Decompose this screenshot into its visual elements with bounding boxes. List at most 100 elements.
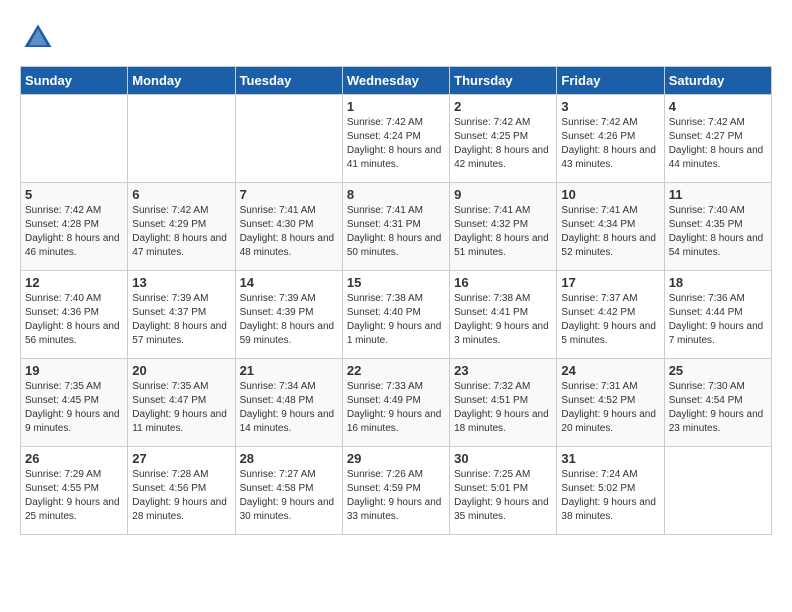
calendar-cell: 9 Sunrise: 7:41 AM Sunset: 4:32 PM Daylig… [450, 183, 557, 271]
day-info: Sunrise: 7:26 AM Sunset: 4:59 PM Dayligh… [347, 468, 445, 524]
day-info: Sunrise: 7:35 AM Sunset: 4:45 PM Dayligh… [25, 380, 123, 436]
calendar-cell: 28Sunrise: 7:27 AM Sunset: 4:58 PM Dayli… [235, 447, 342, 535]
day-number: 1 [347, 99, 445, 114]
day-info: Sunrise: 7:24 AM Sunset: 5:02 PM Dayligh… [561, 468, 659, 524]
calendar-cell: 1 Sunrise: 7:42 AM Sunset: 4:24 PM Daylig… [342, 95, 449, 183]
calendar-day-header: Thursday [450, 67, 557, 95]
day-info: Sunrise: 7:42 AM Sunset: 4:28 PM Dayligh… [25, 204, 123, 260]
calendar-cell: 11 Sunrise: 7:40 AM Sunset: 4:35 PM Dayli… [664, 183, 771, 271]
calendar-cell: 4 Sunrise: 7:42 AM Sunset: 4:27 PM Daylig… [664, 95, 771, 183]
day-number: 24 [561, 363, 659, 378]
day-info: Sunrise: 7:27 AM Sunset: 4:58 PM Dayligh… [240, 468, 338, 524]
calendar-week-row: 26 Sunrise: 7:29 AM Sunset: 4:55 PM Dayli… [21, 447, 772, 535]
day-info: Sunrise: 7:39 AM Sunset: 4:39 PM Dayligh… [240, 292, 338, 348]
day-info: Sunrise: 7:30 AM Sunset: 4:54 PM Dayligh… [669, 380, 767, 436]
calendar-header-row: SundayMondayTuesdayWednesdayThursdayFrid… [21, 67, 772, 95]
day-number: 17 [561, 275, 659, 290]
calendar-cell: 12 Sunrise: 7:40 AM Sunset: 4:36 PM Dayli… [21, 271, 128, 359]
day-info: Sunrise: 7:42 AM Sunset: 4:27 PM Dayligh… [669, 116, 767, 172]
day-number: 15 [347, 275, 445, 290]
day-info: Sunrise: 7:41 AM Sunset: 4:34 PM Dayligh… [561, 204, 659, 260]
day-number: 18 [669, 275, 767, 290]
calendar-cell: 3 Sunrise: 7:42 AM Sunset: 4:26 PM Daylig… [557, 95, 664, 183]
day-info: Sunrise: 7:40 AM Sunset: 4:36 PM Dayligh… [25, 292, 123, 348]
calendar-day-header: Tuesday [235, 67, 342, 95]
calendar-cell: 21 Sunrise: 7:34 AM Sunset: 4:48 PM Dayli… [235, 359, 342, 447]
calendar-table: SundayMondayTuesdayWednesdayThursdayFrid… [20, 66, 772, 535]
calendar-cell: 6Sunrise: 7:42 AM Sunset: 4:29 PM Daylig… [128, 183, 235, 271]
calendar-cell: 5 Sunrise: 7:42 AM Sunset: 4:28 PM Daylig… [21, 183, 128, 271]
day-info: Sunrise: 7:41 AM Sunset: 4:31 PM Dayligh… [347, 204, 445, 260]
day-number: 2 [454, 99, 552, 114]
day-number: 6 [132, 187, 230, 202]
day-number: 21 [240, 363, 338, 378]
day-number: 16 [454, 275, 552, 290]
day-number: 27 [132, 451, 230, 466]
calendar-day-header: Wednesday [342, 67, 449, 95]
calendar-cell: 29 Sunrise: 7:26 AM Sunset: 4:59 PM Dayli… [342, 447, 449, 535]
calendar-cell: 10 Sunrise: 7:41 AM Sunset: 4:34 PM Dayli… [557, 183, 664, 271]
day-number: 25 [669, 363, 767, 378]
day-number: 23 [454, 363, 552, 378]
calendar-cell [21, 95, 128, 183]
calendar-cell: 16 Sunrise: 7:38 AM Sunset: 4:41 PM Dayli… [450, 271, 557, 359]
day-number: 20 [132, 363, 230, 378]
calendar-cell: 23 Sunrise: 7:32 AM Sunset: 4:51 PM Dayli… [450, 359, 557, 447]
day-info: Sunrise: 7:35 AM Sunset: 4:47 PM Dayligh… [132, 380, 230, 436]
day-number: 4 [669, 99, 767, 114]
day-info: Sunrise: 7:38 AM Sunset: 4:41 PM Dayligh… [454, 292, 552, 348]
day-number: 7 [240, 187, 338, 202]
calendar-day-header: Friday [557, 67, 664, 95]
calendar-cell [664, 447, 771, 535]
calendar-cell: 18 Sunrise: 7:36 AM Sunset: 4:44 PM Dayli… [664, 271, 771, 359]
day-info: Sunrise: 7:42 AM Sunset: 4:26 PM Dayligh… [561, 116, 659, 172]
day-info: Sunrise: 7:41 AM Sunset: 4:32 PM Dayligh… [454, 204, 552, 260]
calendar-day-header: Monday [128, 67, 235, 95]
day-info: Sunrise: 7:42 AM Sunset: 4:25 PM Dayligh… [454, 116, 552, 172]
day-info: Sunrise: 7:25 AM Sunset: 5:01 PM Dayligh… [454, 468, 552, 524]
day-number: 26 [25, 451, 123, 466]
day-number: 10 [561, 187, 659, 202]
day-number: 9 [454, 187, 552, 202]
day-number: 22 [347, 363, 445, 378]
calendar-cell: 20 Sunrise: 7:35 AM Sunset: 4:47 PM Dayli… [128, 359, 235, 447]
page-header [20, 20, 772, 56]
calendar-cell: 14Sunrise: 7:39 AM Sunset: 4:39 PM Dayli… [235, 271, 342, 359]
day-info: Sunrise: 7:41 AM Sunset: 4:30 PM Dayligh… [240, 204, 338, 260]
calendar-cell: 19 Sunrise: 7:35 AM Sunset: 4:45 PM Dayli… [21, 359, 128, 447]
calendar-week-row: 19 Sunrise: 7:35 AM Sunset: 4:45 PM Dayli… [21, 359, 772, 447]
day-info: Sunrise: 7:39 AM Sunset: 4:37 PM Dayligh… [132, 292, 230, 348]
day-number: 12 [25, 275, 123, 290]
calendar-cell: 15 Sunrise: 7:38 AM Sunset: 4:40 PM Dayli… [342, 271, 449, 359]
calendar-cell: 2 Sunrise: 7:42 AM Sunset: 4:25 PM Daylig… [450, 95, 557, 183]
calendar-day-header: Saturday [664, 67, 771, 95]
day-number: 3 [561, 99, 659, 114]
day-info: Sunrise: 7:29 AM Sunset: 4:55 PM Dayligh… [25, 468, 123, 524]
calendar-cell [235, 95, 342, 183]
day-number: 5 [25, 187, 123, 202]
day-info: Sunrise: 7:32 AM Sunset: 4:51 PM Dayligh… [454, 380, 552, 436]
day-info: Sunrise: 7:36 AM Sunset: 4:44 PM Dayligh… [669, 292, 767, 348]
logo-icon [20, 20, 56, 56]
calendar-day-header: Sunday [21, 67, 128, 95]
calendar-cell: 26 Sunrise: 7:29 AM Sunset: 4:55 PM Dayli… [21, 447, 128, 535]
calendar-week-row: 1 Sunrise: 7:42 AM Sunset: 4:24 PM Daylig… [21, 95, 772, 183]
day-number: 29 [347, 451, 445, 466]
calendar-cell: 31 Sunrise: 7:24 AM Sunset: 5:02 PM Dayli… [557, 447, 664, 535]
calendar-cell: 24Sunrise: 7:31 AM Sunset: 4:52 PM Dayli… [557, 359, 664, 447]
day-number: 11 [669, 187, 767, 202]
calendar-week-row: 12 Sunrise: 7:40 AM Sunset: 4:36 PM Dayli… [21, 271, 772, 359]
day-info: Sunrise: 7:42 AM Sunset: 4:24 PM Dayligh… [347, 116, 445, 172]
calendar-cell: 8Sunrise: 7:41 AM Sunset: 4:31 PM Daylig… [342, 183, 449, 271]
day-number: 31 [561, 451, 659, 466]
calendar-cell: 22Sunrise: 7:33 AM Sunset: 4:49 PM Dayli… [342, 359, 449, 447]
day-number: 19 [25, 363, 123, 378]
calendar-cell: 7 Sunrise: 7:41 AM Sunset: 4:30 PM Daylig… [235, 183, 342, 271]
calendar-cell: 25 Sunrise: 7:30 AM Sunset: 4:54 PM Dayli… [664, 359, 771, 447]
logo [20, 20, 60, 56]
calendar-cell: 30Sunrise: 7:25 AM Sunset: 5:01 PM Dayli… [450, 447, 557, 535]
day-info: Sunrise: 7:38 AM Sunset: 4:40 PM Dayligh… [347, 292, 445, 348]
day-info: Sunrise: 7:40 AM Sunset: 4:35 PM Dayligh… [669, 204, 767, 260]
day-info: Sunrise: 7:37 AM Sunset: 4:42 PM Dayligh… [561, 292, 659, 348]
day-info: Sunrise: 7:34 AM Sunset: 4:48 PM Dayligh… [240, 380, 338, 436]
